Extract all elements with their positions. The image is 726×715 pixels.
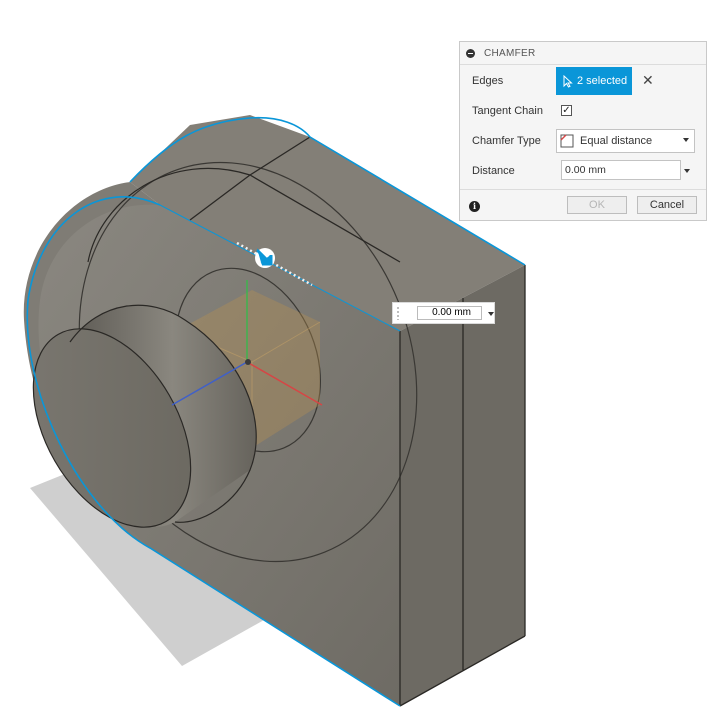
cancel-button[interactable]: Cancel: [637, 196, 697, 214]
distance-value: 0.00 mm: [565, 164, 606, 176]
clear-selection-icon[interactable]: ✕: [642, 73, 654, 87]
chamfer-type-value: Equal distance: [580, 135, 653, 147]
chamfer-dialog: CHAMFER Edges 2 selected ✕ Tangent Chain…: [459, 41, 707, 221]
tangent-chain-checkbox[interactable]: ✓: [561, 105, 572, 116]
edges-selection-button[interactable]: 2 selected: [556, 67, 632, 95]
drag-grip-icon[interactable]: [396, 306, 400, 320]
info-icon[interactable]: i: [469, 201, 480, 212]
origin-point: [245, 359, 251, 365]
chevron-down-icon[interactable]: [488, 312, 494, 316]
dialog-divider: [460, 189, 706, 190]
dialog-header: CHAMFER: [460, 42, 706, 65]
edges-selection-value: 2 selected: [577, 75, 628, 87]
distance-label: Distance: [472, 165, 515, 177]
distance-dropdown-icon[interactable]: [684, 169, 690, 173]
equal-distance-icon: [560, 134, 574, 148]
chevron-down-icon: [683, 138, 689, 142]
edges-label: Edges: [472, 75, 504, 87]
manipulator-distance-input[interactable]: 0.00 mm: [417, 306, 482, 320]
distance-manipulator: 0.00 mm: [392, 302, 495, 324]
ok-button[interactable]: OK: [567, 196, 627, 214]
chamfer-type-select[interactable]: Equal distance: [556, 129, 695, 153]
drag-arrow-icon[interactable]: [255, 248, 275, 268]
chamfer-type-label: Chamfer Type: [472, 135, 541, 147]
tangent-chain-label: Tangent Chain: [472, 105, 543, 117]
distance-input[interactable]: 0.00 mm: [561, 160, 681, 180]
collapse-icon[interactable]: [466, 48, 475, 58]
cursor-arrow-icon: [563, 74, 573, 88]
dialog-title: CHAMFER: [484, 47, 536, 59]
